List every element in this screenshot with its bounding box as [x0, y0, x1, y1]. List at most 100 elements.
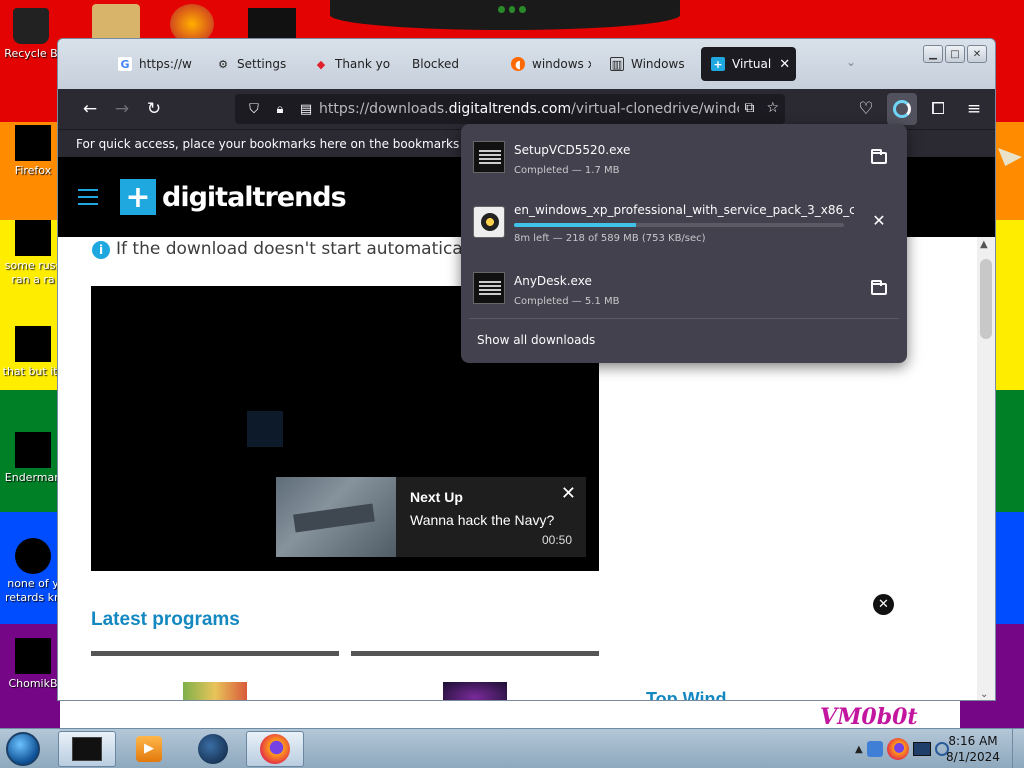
download-item[interactable]: SetupVCD5520.exe Completed — 1.7 MB — [469, 130, 899, 186]
orange-circle-icon: ◖ — [511, 57, 525, 71]
recycle-bin-icon — [13, 8, 49, 44]
next-up-card[interactable]: Next Up Wanna hack the Navy? 00:50 ✕ — [276, 477, 586, 557]
folder-icon — [871, 280, 887, 295]
media-player-icon: ▶ — [136, 736, 162, 762]
close-icon[interactable]: ✕ — [561, 483, 576, 504]
divider — [469, 318, 899, 319]
tab-virtual-clonedrive[interactable]: + Virtual ✕ — [701, 47, 796, 81]
url-text[interactable]: https://downloads.digitaltrends.com/virt… — [319, 101, 739, 117]
desktop-icon-none-of-y[interactable]: none of y retards kn — [2, 538, 64, 605]
taskbar-app-terminal[interactable] — [58, 731, 116, 767]
tab-blocked[interactable]: Blocked — [402, 47, 492, 81]
menu-hamburger-icon[interactable]: ≡ — [959, 93, 989, 125]
reader-view-icon[interactable]: ⧉ — [744, 100, 754, 116]
back-button[interactable]: ← — [74, 93, 106, 125]
redacted-icon — [15, 220, 51, 256]
desktop-icon-chomikbox[interactable]: ChomikB — [2, 638, 64, 691]
close-window-button[interactable]: ✕ — [967, 45, 987, 63]
url-bar[interactable]: ⛉ 🔒︎ ▤ https://downloads.digitaltrends.c… — [235, 94, 785, 124]
lock-icon[interactable]: 🔒︎ — [267, 102, 293, 117]
ad-close-icon[interactable]: ✕ — [873, 594, 894, 615]
wallpaper-creature-eyes — [498, 6, 527, 16]
top-windows-heading: Top Wind — [646, 689, 727, 701]
tab-thank-you[interactable]: ◆ Thank yo — [304, 47, 394, 81]
video-logo-icon — [247, 411, 283, 447]
gear-icon: ⚙ — [218, 57, 228, 71]
digitaltrends-icon: + — [711, 57, 725, 71]
taskbar-app-globe[interactable] — [184, 731, 242, 767]
exe-file-icon — [473, 272, 505, 304]
open-folder-button[interactable] — [869, 279, 889, 299]
desktop-icon-that-but-its[interactable]: that but its — [2, 326, 64, 379]
tab-google[interactable]: G https://w — [108, 47, 198, 81]
page-scrollbar[interactable]: ▲ ⌄ — [977, 237, 995, 700]
firefox-tray-icon[interactable] — [886, 738, 909, 760]
globe-icon — [198, 734, 228, 764]
shield-icon[interactable]: ⛉ — [241, 102, 267, 117]
tab-list-chevron-icon[interactable]: ⌄ — [846, 55, 862, 71]
bookmark-star-icon[interactable]: ☆ — [766, 100, 779, 116]
tab-settings[interactable]: ⚙ Settings — [206, 47, 296, 81]
monitor-icon[interactable] — [912, 742, 931, 756]
next-up-duration: 00:50 — [541, 533, 572, 547]
scroll-up-icon[interactable]: ▲ — [980, 239, 988, 250]
digitaltrends-logo[interactable]: + digitaltrends — [120, 179, 347, 215]
diamond-icon: ◆ — [316, 57, 326, 71]
extensions-icon[interactable]: ⧠ — [923, 93, 953, 125]
cancel-download-button[interactable]: ✕ — [869, 211, 889, 231]
tray-expand-icon[interactable]: ▲ — [855, 744, 863, 755]
show-desktop-button[interactable] — [1012, 729, 1024, 768]
program-card[interactable]: 2015 — [91, 651, 339, 700]
program-thumbnail — [183, 682, 247, 700]
scroll-thumb[interactable] — [980, 259, 992, 339]
site-menu-icon[interactable] — [78, 189, 98, 205]
desktop-icon-some-russ[interactable]: some russ ran a ra — [2, 220, 64, 287]
page-info-icon[interactable]: ▤ — [293, 102, 319, 117]
desktop-icon-recycle-bin[interactable]: Recycle B — [0, 8, 62, 61]
iso-file-icon — [473, 206, 505, 238]
desktop-icon-enderman[interactable]: Enderman — [2, 432, 64, 485]
pocket-icon[interactable]: ♡ — [851, 93, 881, 125]
program-card[interactable] — [351, 651, 599, 700]
taskbar-app-media-player[interactable]: ▶ — [120, 731, 178, 767]
logo-plus-icon: + — [120, 179, 156, 215]
download-item[interactable]: en_windows_xp_professional_with_service_… — [469, 195, 899, 251]
redacted-icon — [15, 326, 51, 362]
start-button[interactable] — [6, 732, 40, 766]
download-notice: i If the download doesn't start automatic… — [92, 239, 472, 259]
wallpaper-text: VM0b0t — [820, 704, 918, 730]
tab-strip: G https://w ⚙ Settings ◆ Thank yo Blocke… — [58, 39, 995, 89]
maximize-button[interactable]: □ — [945, 45, 965, 63]
tab-windows-x[interactable]: ◖ windows x — [501, 47, 591, 81]
system-clock[interactable]: 8:16 AM 8/1/2024 — [940, 733, 1006, 765]
download-item[interactable]: AnyDesk.exe Completed — 5.1 MB — [469, 261, 899, 317]
firefox-icon — [15, 125, 51, 161]
reload-button[interactable]: ↻ — [138, 93, 170, 125]
redacted-icon — [15, 432, 51, 468]
redacted-icon — [15, 538, 51, 574]
firefox-icon — [260, 734, 290, 764]
downloads-button[interactable] — [887, 93, 917, 125]
scroll-down-icon[interactable]: ⌄ — [980, 689, 988, 700]
downloads-panel: SetupVCD5520.exe Completed — 1.7 MB en_w… — [461, 124, 907, 363]
folder-icon — [871, 149, 887, 164]
google-icon: G — [118, 57, 132, 71]
next-up-title[interactable]: Wanna hack the Navy? — [410, 512, 554, 528]
tab-close-icon[interactable]: ✕ — [779, 57, 790, 72]
window-controls: ▁ □ ✕ — [923, 45, 987, 63]
columns-icon: ▥ — [610, 57, 624, 71]
taskbar-app-firefox[interactable] — [246, 731, 304, 767]
open-folder-button[interactable] — [869, 148, 889, 168]
tab-windows[interactable]: ▥ Windows — [600, 47, 690, 81]
taskbar: ▶ ▲ 8:16 AM 8/1/2024 — [0, 728, 1024, 768]
forward-button[interactable]: → — [106, 93, 138, 125]
desktop-icon-firefox[interactable]: Firefox — [2, 125, 64, 178]
next-up-thumbnail[interactable] — [276, 477, 396, 557]
network-icon[interactable] — [866, 741, 883, 757]
minimize-button[interactable]: ▁ — [923, 45, 943, 63]
exe-file-icon — [473, 141, 505, 173]
info-icon: i — [92, 241, 110, 259]
program-thumbnail — [443, 682, 507, 700]
show-all-downloads-button[interactable]: Show all downloads — [477, 333, 595, 347]
latest-programs-heading: Latest programs — [91, 609, 240, 630]
